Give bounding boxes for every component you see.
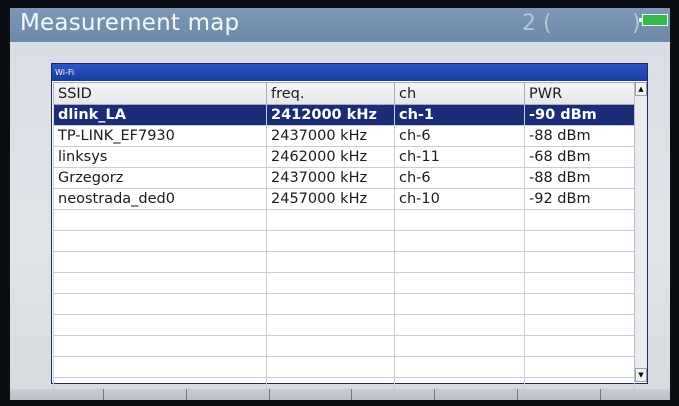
panel-title: Wi-Fi bbox=[52, 64, 647, 81]
softkey-bar bbox=[10, 389, 670, 400]
cell-ch: ch-11 bbox=[394, 146, 525, 168]
empty-row bbox=[53, 335, 635, 357]
column-header-pwr[interactable]: PWR bbox=[524, 82, 635, 105]
cell-pwr: -90 dBm bbox=[524, 104, 635, 126]
counter-right: ) bbox=[632, 11, 641, 36]
column-header-freq[interactable]: freq. bbox=[266, 82, 395, 105]
wifi-table-wrap: SSID freq. ch PWR dlink_LA 2412000 kHz c… bbox=[53, 82, 647, 399]
empty-row bbox=[53, 314, 635, 336]
scroll-up-arrow-icon[interactable]: ▲ bbox=[635, 82, 647, 96]
softkey-7[interactable] bbox=[600, 389, 601, 400]
battery-icon bbox=[639, 14, 668, 26]
cell-ch: ch-6 bbox=[394, 167, 525, 189]
cell-freq: 2437000 kHz bbox=[266, 167, 395, 189]
table-row[interactable]: Grzegorz 2437000 kHz ch-6 -88 dBm bbox=[53, 167, 635, 189]
softkey-1[interactable] bbox=[103, 389, 104, 400]
measurement-counter: 2 ( ) bbox=[522, 11, 641, 36]
vertical-scrollbar[interactable]: ▲ ▼ bbox=[634, 82, 647, 382]
softkey-2[interactable] bbox=[186, 389, 187, 400]
table-row[interactable]: TP-LINK_EF7930 2437000 kHz ch-6 -88 dBm bbox=[53, 125, 635, 147]
screen: Measurement map 2 ( ) Wi-Fi SSID freq. c… bbox=[10, 8, 670, 400]
cell-ssid: TP-LINK_EF7930 bbox=[53, 125, 267, 147]
table-row[interactable]: linksys 2462000 kHz ch-11 -68 dBm bbox=[53, 146, 635, 168]
scroll-down-arrow-icon[interactable]: ▼ bbox=[635, 368, 647, 382]
empty-row bbox=[53, 356, 635, 378]
table-row[interactable]: neostrada_ded0 2457000 kHz ch-10 -92 dBm bbox=[53, 188, 635, 210]
cell-pwr: -88 dBm bbox=[524, 125, 635, 147]
cell-ch: ch-10 bbox=[394, 188, 525, 210]
table-row[interactable]: dlink_LA 2412000 kHz ch-1 -90 dBm bbox=[53, 104, 635, 126]
cell-ssid: Grzegorz bbox=[53, 167, 267, 189]
column-header-ch[interactable]: ch bbox=[394, 82, 525, 105]
softkey-6[interactable] bbox=[517, 389, 518, 400]
cell-freq: 2462000 kHz bbox=[266, 146, 395, 168]
softkey-5[interactable] bbox=[434, 389, 435, 400]
cell-freq: 2437000 kHz bbox=[266, 125, 395, 147]
softkey-3[interactable] bbox=[269, 389, 270, 400]
softkey-4[interactable] bbox=[351, 389, 352, 400]
cell-ssid: neostrada_ded0 bbox=[53, 188, 267, 210]
cell-ssid: dlink_LA bbox=[53, 104, 267, 126]
cell-ssid: linksys bbox=[53, 146, 267, 168]
cell-freq: 2457000 kHz bbox=[266, 188, 395, 210]
page-title: Measurement map bbox=[20, 10, 240, 36]
empty-row bbox=[53, 209, 635, 231]
counter-left: 2 ( bbox=[522, 11, 552, 36]
empty-row bbox=[53, 272, 635, 294]
cell-pwr: -88 dBm bbox=[524, 167, 635, 189]
cell-pwr: -92 dBm bbox=[524, 188, 635, 210]
wifi-table: SSID freq. ch PWR dlink_LA 2412000 kHz c… bbox=[53, 82, 635, 399]
empty-row bbox=[53, 230, 635, 252]
column-header-ssid[interactable]: SSID bbox=[53, 82, 267, 105]
cell-ch: ch-1 bbox=[394, 104, 525, 126]
cell-ch: ch-6 bbox=[394, 125, 525, 147]
cell-pwr: -68 dBm bbox=[524, 146, 635, 168]
cell-freq: 2412000 kHz bbox=[266, 104, 395, 126]
wifi-panel: Wi-Fi SSID freq. ch PWR dlink_LA 2412000… bbox=[51, 63, 648, 399]
table-header-row: SSID freq. ch PWR bbox=[53, 82, 635, 105]
title-bar: Measurement map 2 ( ) bbox=[10, 8, 670, 42]
empty-row bbox=[53, 293, 635, 315]
empty-row bbox=[53, 251, 635, 273]
